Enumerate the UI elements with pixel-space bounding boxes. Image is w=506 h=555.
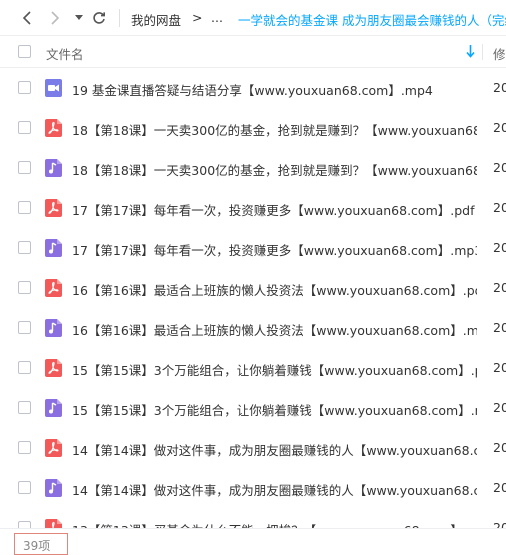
breadcrumb-current: 一学就会的基金课 成为朋友圈最会赚钱的人（完结 [238, 13, 506, 28]
row-checkbox[interactable] [18, 321, 31, 334]
file-name[interactable]: 13【第13课】买基金为什么不能一把梭？【www.youxuan68.com】.… [72, 520, 477, 528]
file-row[interactable]: 18【第18课】一天卖300亿的基金，抢到就是赚到？【www.youxuan68… [0, 108, 506, 148]
file-name[interactable]: 17【第17课】每年看一次，投资赚更多【www.youxuan68.com】.p… [72, 200, 477, 219]
toolbar: 我的网盘 > ... 一学就会的基金课 成为朋友圈最会赚钱的人（完结 [0, 0, 506, 36]
file-row[interactable]: 15【第15课】3个万能组合，让你躺着赚钱【www.youxuan68.com】… [0, 388, 506, 428]
file-list: 19 基金课直播答疑与结语分享【www.youxuan68.com】.mp4 20… [0, 68, 506, 528]
forward-button[interactable] [46, 9, 64, 27]
row-checkbox[interactable] [18, 441, 31, 454]
file-name[interactable]: 18【第18课】一天卖300亿的基金，抢到就是赚到？【www.youxuan68… [72, 160, 477, 179]
row-checkbox[interactable] [18, 481, 31, 494]
chevron-right-icon [51, 11, 60, 25]
row-checkbox[interactable] [18, 161, 31, 174]
select-all-checkbox[interactable] [18, 45, 31, 58]
file-modified-date: 20 [493, 80, 506, 95]
file-modified-date: 20 [493, 200, 506, 215]
pdf-file-icon [45, 119, 62, 137]
row-checkbox[interactable] [18, 401, 31, 414]
file-modified-date: 20 [493, 440, 506, 455]
item-count: 39项 [14, 533, 68, 555]
breadcrumb-separator: > [192, 10, 203, 25]
file-modified-date: 20 [493, 280, 506, 295]
file-name[interactable]: 18【第18课】一天卖300亿的基金，抢到就是赚到？【www.youxuan68… [72, 120, 477, 139]
file-row[interactable]: 17【第17课】每年看一次，投资赚更多【www.youxuan68.com】.p… [0, 188, 506, 228]
audio-file-icon [45, 239, 62, 257]
chevron-left-icon [22, 11, 31, 25]
status-bar: 39项 [0, 528, 506, 555]
column-divider [482, 44, 483, 60]
row-checkbox[interactable] [18, 281, 31, 294]
file-modified-date: 20 [493, 160, 506, 175]
sort-descending-icon[interactable] [466, 44, 475, 62]
breadcrumb-root[interactable]: 我的网盘 [131, 10, 181, 29]
audio-file-icon [45, 159, 62, 177]
file-row[interactable]: 15【第15课】3个万能组合，让你躺着赚钱【www.youxuan68.com】… [0, 348, 506, 388]
file-name[interactable]: 14【第14课】做对这件事，成为朋友圈最赚钱的人【www.youxuan68.c… [72, 480, 477, 499]
file-modified-date: 20 [493, 520, 506, 528]
row-checkbox[interactable] [18, 521, 31, 528]
file-modified-date: 20 [493, 240, 506, 255]
file-row[interactable]: 19 基金课直播答疑与结语分享【www.youxuan68.com】.mp4 20 [0, 68, 506, 108]
file-name[interactable]: 14【第14课】做对这件事，成为朋友圈最赚钱的人【www.youxuan68.c… [72, 440, 477, 459]
audio-file-icon [45, 479, 62, 497]
history-dropdown-button[interactable] [70, 9, 88, 27]
pdf-file-icon [45, 439, 62, 457]
file-row[interactable]: 16【第16课】最适合上班族的懒人投资法【www.youxuan68.com】.… [0, 268, 506, 308]
row-checkbox[interactable] [18, 361, 31, 374]
pdf-file-icon [45, 519, 62, 528]
file-modified-date: 20 [493, 400, 506, 415]
file-row[interactable]: 16【第16课】最适合上班族的懒人投资法【www.youxuan68.com】.… [0, 308, 506, 348]
file-name[interactable]: 15【第15课】3个万能组合，让你躺着赚钱【www.youxuan68.com】… [72, 360, 477, 379]
pdf-file-icon [45, 279, 62, 297]
file-name[interactable]: 17【第17课】每年看一次，投资赚更多【www.youxuan68.com】.m… [72, 240, 477, 259]
file-name[interactable]: 15【第15课】3个万能组合，让你躺着赚钱【www.youxuan68.com】… [72, 400, 477, 419]
pdf-file-icon [45, 359, 62, 377]
caret-down-icon [75, 15, 83, 20]
file-name[interactable]: 16【第16课】最适合上班族的懒人投资法【www.youxuan68.com】.… [72, 320, 477, 339]
file-modified-date: 20 [493, 320, 506, 335]
row-checkbox[interactable] [18, 241, 31, 254]
pdf-file-icon [45, 199, 62, 217]
file-name[interactable]: 19 基金课直播答疑与结语分享【www.youxuan68.com】.mp4 [72, 80, 477, 99]
file-row[interactable]: 18【第18课】一天卖300亿的基金，抢到就是赚到？【www.youxuan68… [0, 148, 506, 188]
file-row[interactable]: 14【第14课】做对这件事，成为朋友圈最赚钱的人【www.youxuan68.c… [0, 428, 506, 468]
row-checkbox[interactable] [18, 81, 31, 94]
toolbar-divider [119, 9, 120, 27]
breadcrumb-ellipsis[interactable]: ... [211, 10, 223, 25]
audio-file-icon [45, 399, 62, 417]
file-modified-date: 20 [493, 360, 506, 375]
column-header-name[interactable]: 文件名 [46, 44, 84, 63]
file-modified-date: 20 [493, 120, 506, 135]
refresh-icon [93, 12, 105, 24]
file-name[interactable]: 16【第16课】最适合上班族的懒人投资法【www.youxuan68.com】.… [72, 280, 477, 299]
file-row[interactable]: 14【第14课】做对这件事，成为朋友圈最赚钱的人【www.youxuan68.c… [0, 468, 506, 508]
audio-file-icon [45, 319, 62, 337]
file-modified-date: 20 [493, 480, 506, 495]
file-row[interactable]: 13【第13课】买基金为什么不能一把梭？【www.youxuan68.com】.… [0, 508, 506, 528]
back-button[interactable] [18, 9, 36, 27]
column-header-modified[interactable]: 修 [493, 44, 506, 63]
refresh-button[interactable] [90, 9, 108, 27]
file-row[interactable]: 17【第17课】每年看一次，投资赚更多【www.youxuan68.com】.m… [0, 228, 506, 268]
row-checkbox[interactable] [18, 201, 31, 214]
video-file-icon [45, 79, 62, 97]
file-list-header: 文件名 修 [0, 36, 506, 68]
row-checkbox[interactable] [18, 121, 31, 134]
